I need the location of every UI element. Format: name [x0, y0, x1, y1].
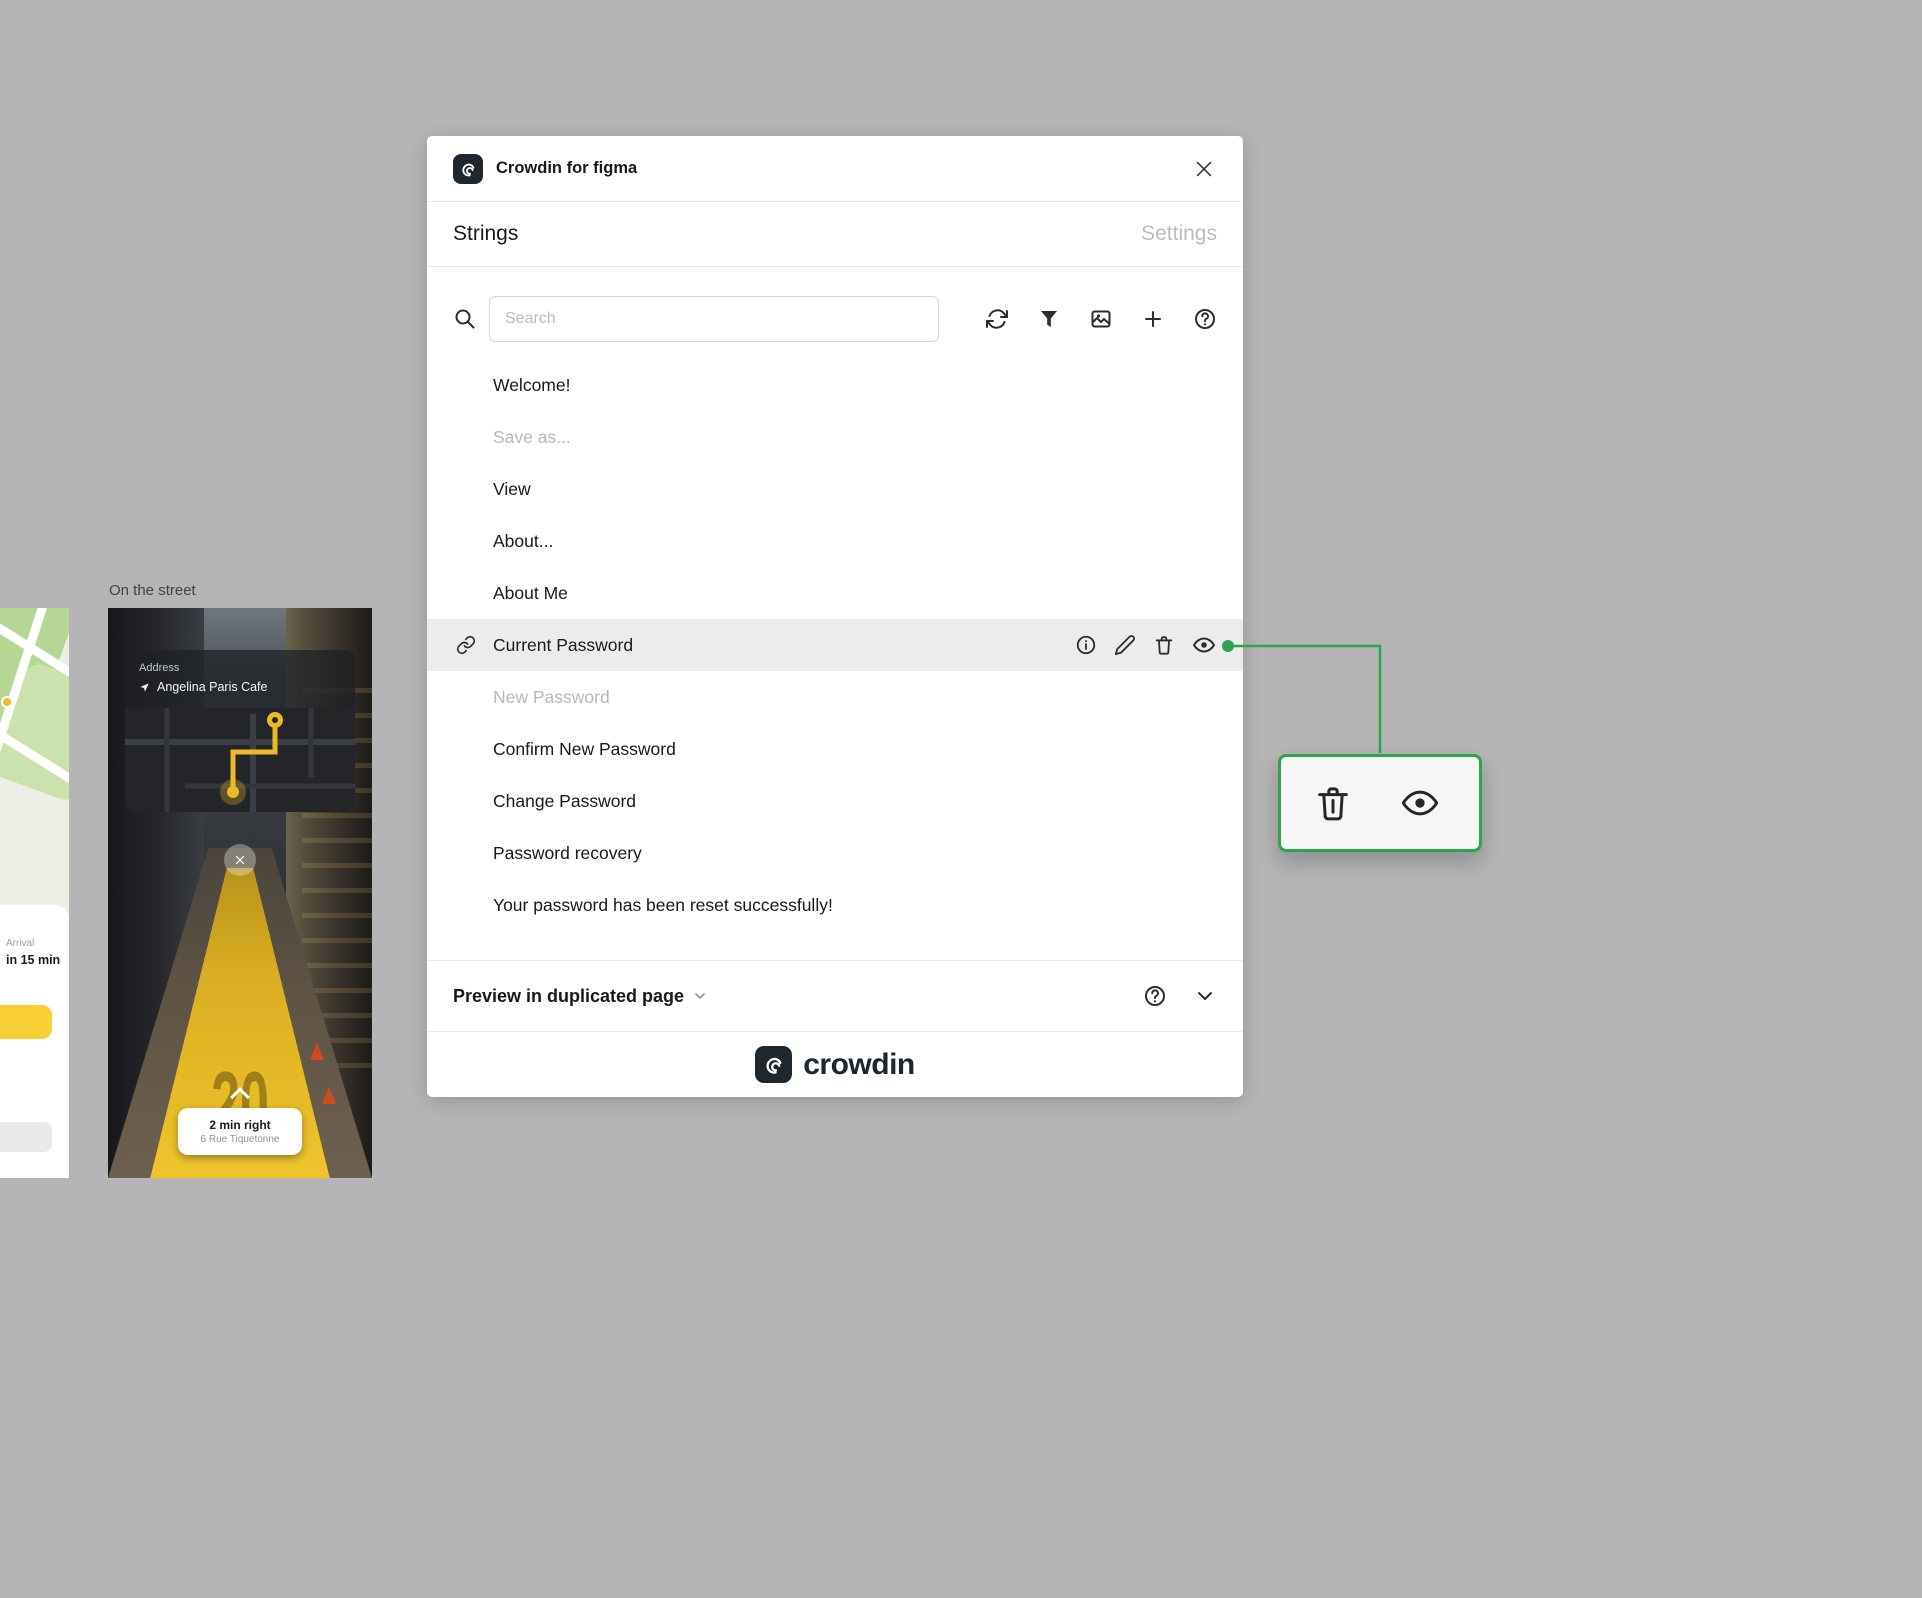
chevron-down-icon [692, 988, 708, 1004]
arrival-label: Arrival [6, 938, 35, 949]
address-label: Address [139, 662, 180, 674]
string-label: Change Password [493, 790, 636, 811]
string-row[interactable]: Welcome! [427, 359, 1243, 411]
crowdin-wordmark: crowdin [803, 1047, 915, 1081]
string-row-selected[interactable]: Current Password [427, 619, 1243, 671]
string-label: Save as... [493, 426, 571, 447]
string-label: About Me [493, 582, 568, 603]
string-row[interactable]: About Me [427, 567, 1243, 619]
search-input[interactable] [489, 296, 939, 342]
help-icon[interactable] [1193, 307, 1217, 331]
add-icon[interactable] [1141, 307, 1165, 331]
preview-footer: Preview in duplicated page [427, 960, 1243, 1031]
string-label: About... [493, 530, 554, 551]
preview-icon[interactable] [1393, 783, 1447, 823]
string-row[interactable]: Change Password [427, 775, 1243, 827]
direction-secondary: 6 Rue Tiquetonne [200, 1134, 280, 1145]
close-icon[interactable] [1191, 156, 1217, 182]
string-label: Welcome! [493, 374, 571, 395]
string-label: Confirm New Password [493, 738, 676, 759]
address-value: Angelina Paris Cafe [157, 680, 268, 694]
string-label: Current Password [493, 634, 634, 655]
delete-icon[interactable] [1153, 634, 1175, 656]
strings-toolbar [427, 296, 1243, 342]
arrival-value: in 15 min [6, 953, 61, 967]
strings-list: Welcome! Save as... View About... About … [427, 359, 1243, 931]
traffic-cone [322, 1087, 336, 1104]
crowdin-brand: crowdin [427, 1031, 1243, 1097]
artboard-street-frame[interactable]: 20 Address Angelina Paris Cafe 2 min rig… [108, 608, 372, 1178]
edit-icon[interactable] [1114, 634, 1136, 656]
crowdin-plugin-window: Crowdin for figma Strings Settings Searc… [427, 136, 1243, 1097]
string-label: Password recovery [493, 842, 642, 863]
map-primary-button-partial [0, 1005, 52, 1039]
mini-map [125, 708, 355, 812]
artboard-title-on-the-street[interactable]: On the street [109, 582, 196, 599]
row-actions-callout [1278, 754, 1482, 852]
link-icon [456, 635, 476, 655]
plugin-tab-bar: Strings Settings [427, 202, 1243, 267]
string-row[interactable]: View [427, 463, 1243, 515]
tab-settings[interactable]: Settings [1141, 222, 1217, 246]
address-card: Address Angelina Paris Cafe [125, 650, 355, 812]
tab-strings[interactable]: Strings [453, 222, 518, 246]
map-pin-icon [1, 696, 13, 708]
map-secondary-button-partial [0, 1122, 52, 1152]
preview-dropdown[interactable]: Preview in duplicated page [453, 986, 708, 1007]
crowdin-logo-icon [755, 1046, 793, 1083]
string-row[interactable]: About... [427, 515, 1243, 567]
string-row[interactable]: Save as... [427, 411, 1243, 463]
help-icon[interactable] [1143, 984, 1167, 1008]
filter-icon[interactable] [1037, 307, 1061, 331]
image-icon[interactable] [1089, 307, 1113, 331]
traffic-cone [310, 1043, 324, 1060]
plugin-title: Crowdin for figma [496, 159, 638, 177]
sync-icon[interactable] [985, 307, 1009, 331]
string-label: New Password [493, 686, 610, 707]
preview-label: Preview in duplicated page [453, 985, 685, 1006]
string-label: View [493, 478, 531, 499]
string-label: Your password has been reset successfull… [493, 894, 833, 915]
figma-canvas: On the street Arrival in 15 min 20 Addre… [0, 0, 1922, 1598]
close-ar-button[interactable] [224, 844, 256, 876]
string-row[interactable]: Your password has been reset successfull… [427, 879, 1243, 931]
string-row[interactable]: Password recovery [427, 827, 1243, 879]
direction-primary: 2 min right [209, 1118, 271, 1132]
direction-pill: 2 min right 6 Rue Tiquetonne [178, 1108, 302, 1155]
info-icon[interactable] [1075, 634, 1097, 656]
delete-icon[interactable] [1313, 781, 1353, 825]
chevron-down-icon[interactable] [1193, 984, 1217, 1008]
preview-icon[interactable] [1192, 633, 1216, 657]
navigation-arrow-icon [139, 682, 150, 693]
artboard-map-frame[interactable]: Arrival in 15 min [0, 608, 69, 1178]
string-row[interactable]: New Password [427, 671, 1243, 723]
plugin-header: Crowdin for figma [427, 136, 1243, 202]
string-row[interactable]: Confirm New Password [427, 723, 1243, 775]
crowdin-logo-icon [453, 153, 483, 184]
search-icon [453, 307, 477, 331]
